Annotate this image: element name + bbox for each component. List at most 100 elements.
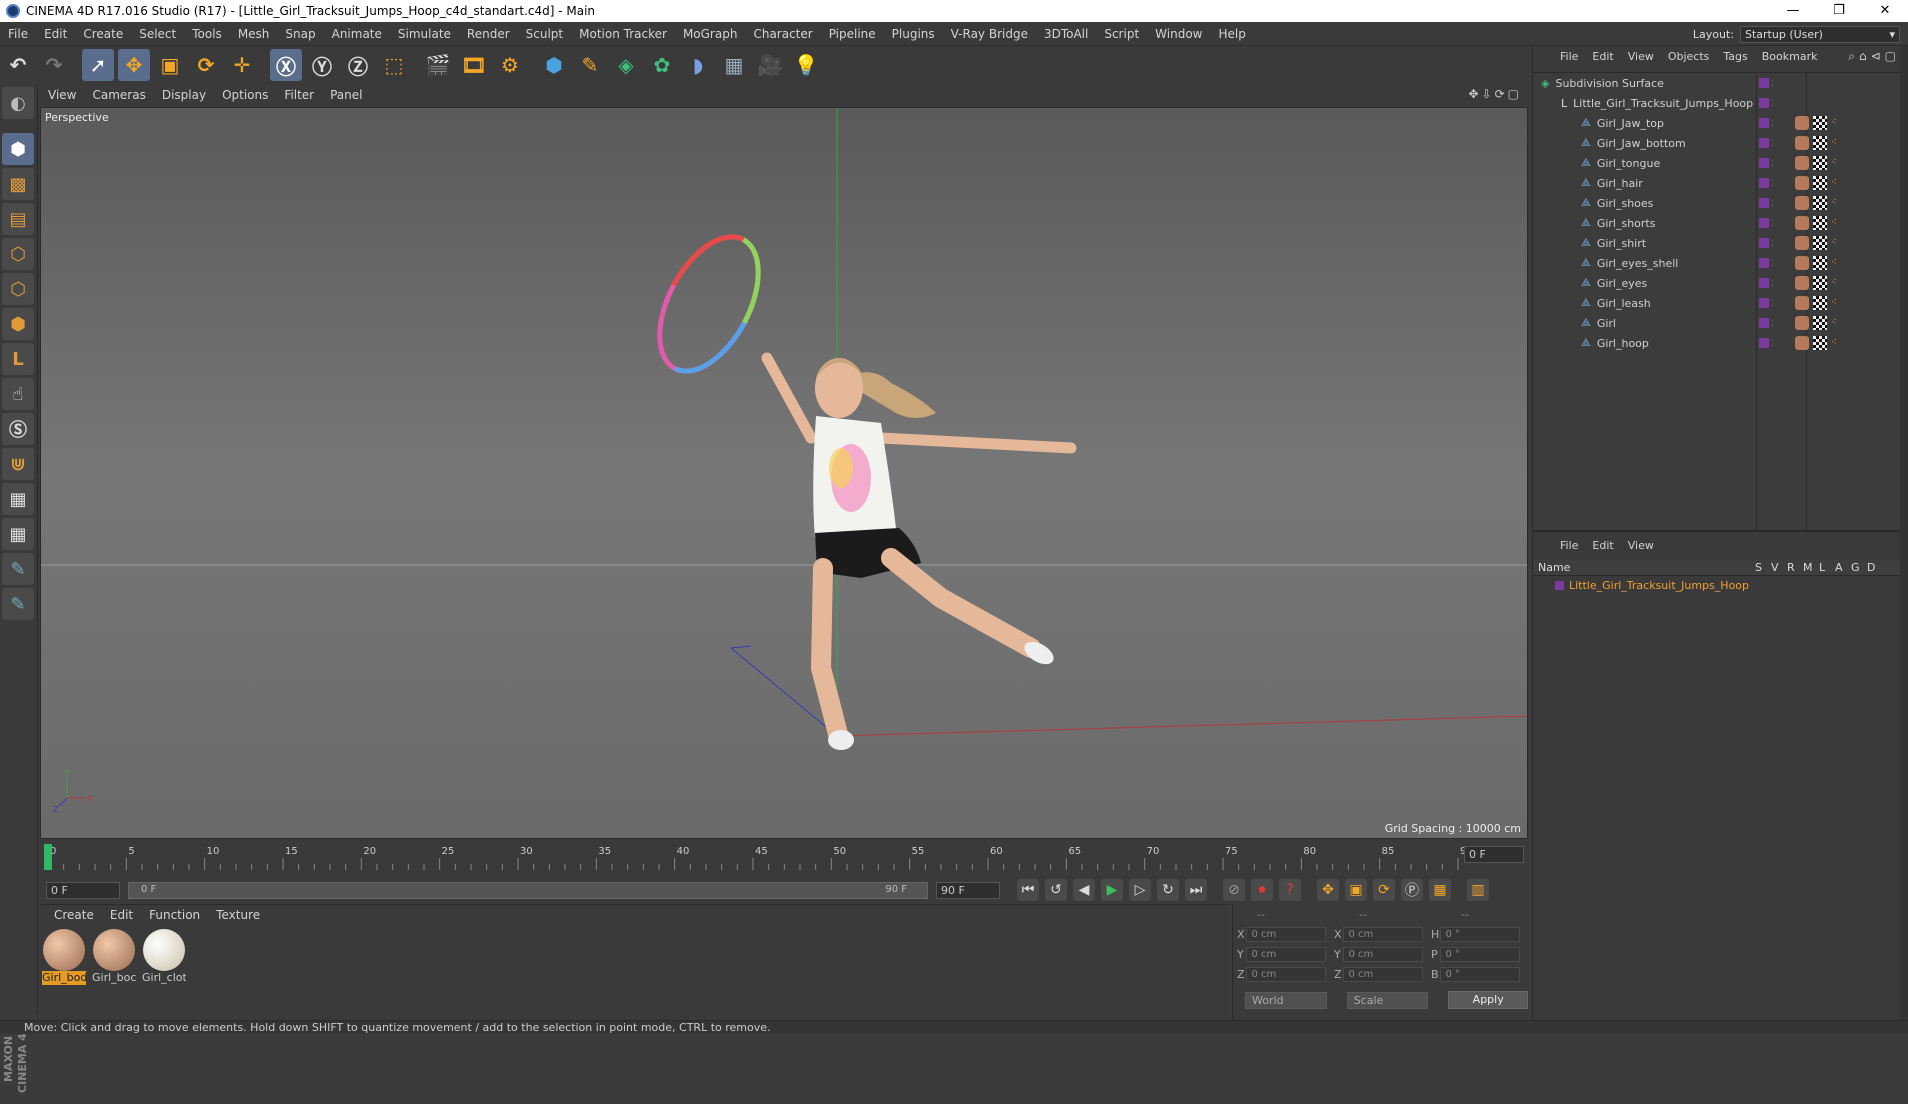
material-tag-icon[interactable] [1795, 136, 1809, 150]
layer-color-tag[interactable] [1759, 98, 1769, 108]
layer-color-tag[interactable] [1759, 198, 1769, 208]
object-row[interactable]: ⟁ Girl_shirt ⁚ ⁖ [1533, 233, 1908, 253]
visibility-dots[interactable]: ⁚ [1771, 299, 1774, 308]
visibility-dots[interactable]: ⁚ [1771, 259, 1774, 268]
z-axis-icon[interactable]: Ⓩ [342, 49, 374, 81]
size-mode-dropdown[interactable]: Scale [1346, 991, 1429, 1009]
object-row[interactable]: ⟁ Girl_Jaw_bottom ⁚ ⁖ [1533, 133, 1908, 153]
menu-animate[interactable]: Animate [324, 27, 390, 41]
selection-tag-icon[interactable]: ⁖ [1831, 277, 1843, 289]
visibility-dots[interactable]: ⁚ [1771, 99, 1774, 108]
redo-icon[interactable]: ↷ [38, 49, 70, 81]
perspective-viewport[interactable]: Perspective Y X Z Grid Spacing: 10000 c… [40, 107, 1528, 839]
menu-help[interactable]: Help [1210, 27, 1253, 41]
current-frame-field[interactable]: 0 F [1464, 846, 1524, 863]
texture-tag-icon[interactable] [1813, 156, 1827, 170]
object-row[interactable]: ⟁ Girl_hair ⁚ ⁖ [1533, 173, 1908, 193]
layer-color-tag[interactable] [1759, 258, 1769, 268]
edges-mode-icon[interactable]: ⬡ [2, 273, 34, 305]
menu-edit[interactable]: Edit [36, 27, 75, 41]
visibility-dots[interactable]: ⁚ [1771, 139, 1774, 148]
layer-color-tag[interactable] [1759, 118, 1769, 128]
visibility-dots[interactable]: ⁚ [1771, 319, 1774, 328]
coordinate-system-dropdown[interactable]: World [1245, 991, 1327, 1009]
menu-plugins[interactable]: Plugins [884, 27, 943, 41]
object-row[interactable]: ⟁ Girl_Jaw_top ⁚ ⁖ [1533, 113, 1908, 133]
select-icon[interactable]: ➚ [82, 49, 114, 81]
object-row[interactable]: ⟁ Girl_shorts ⁚ ⁖ [1533, 213, 1908, 233]
apply-button[interactable]: Apply [1448, 991, 1528, 1009]
object-menu-bookmark[interactable]: Bookmark [1755, 50, 1825, 63]
right-scrollbar[interactable] [1900, 46, 1908, 1020]
menu-character[interactable]: Character [745, 27, 820, 41]
selection-tag-icon[interactable]: ⁖ [1831, 297, 1843, 309]
move-icon[interactable]: ✥ [118, 49, 150, 81]
frame-range-slider[interactable]: 0 F 90 F [128, 881, 928, 899]
selection-tag-icon[interactable]: ⁖ [1831, 197, 1843, 209]
subdivision-icon[interactable]: ◈ [610, 49, 642, 81]
model-mode-icon[interactable]: ⬢ [2, 133, 34, 165]
go-to-start-icon[interactable]: ⏮ [1017, 879, 1039, 901]
floor-icon[interactable]: ▦ [718, 49, 750, 81]
visibility-dots[interactable]: ⁚ [1771, 279, 1774, 288]
polygons-mode-icon[interactable]: ⬢ [2, 308, 34, 340]
tweak-mode-icon[interactable]: ☝ [2, 378, 34, 410]
timeline-ruler[interactable]: 051015202530354045505560657075808590 0 F [40, 840, 1528, 876]
material-swatch[interactable]: Girl_boc [92, 929, 136, 985]
layer-color-tag[interactable] [1759, 78, 1769, 88]
layout-dropdown[interactable]: Startup (User) [1740, 25, 1900, 43]
visibility-dots[interactable]: ⁚ [1771, 79, 1774, 88]
go-to-end-icon[interactable]: ⏭ [1185, 879, 1207, 901]
render-picture-viewer-icon[interactable]: 🎞 [458, 49, 490, 81]
viewport-menu-options[interactable]: Options [214, 88, 276, 102]
layer-color-tag[interactable] [1759, 278, 1769, 288]
undo-icon[interactable]: ↶ [2, 49, 34, 81]
snap-icon[interactable]: Ⓢ [2, 413, 34, 445]
visibility-dots[interactable]: ⁚ [1771, 199, 1774, 208]
object-row[interactable]: ⟁ Girl_eyes ⁚ ⁖ [1533, 273, 1908, 293]
menu-mograph[interactable]: MoGraph [675, 27, 746, 41]
texture-tag-icon[interactable] [1813, 296, 1827, 310]
menu-tools[interactable]: Tools [184, 27, 230, 41]
points-mode-icon[interactable]: ⬡ [2, 238, 34, 270]
layer-color-tag[interactable] [1759, 218, 1769, 228]
visibility-dots[interactable]: ⁚ [1771, 159, 1774, 168]
menu-snap[interactable]: Snap [277, 27, 323, 41]
material-menu-edit[interactable]: Edit [102, 908, 141, 922]
material-swatch[interactable]: Girl_clot [142, 929, 186, 985]
camera-icon[interactable]: 🎥 [754, 49, 786, 81]
close-button[interactable]: ✕ [1862, 0, 1908, 22]
layer-menu-view[interactable]: View [1621, 539, 1661, 552]
object-menu-view[interactable]: View [1621, 50, 1661, 63]
object-row[interactable]: ⟁ Girl_leash ⁚ ⁖ [1533, 293, 1908, 313]
minimize-button[interactable]: — [1770, 0, 1816, 22]
viewport-menu-panel[interactable]: Panel [322, 88, 370, 102]
object-menu-objects[interactable]: Objects [1661, 50, 1717, 63]
position-y-field[interactable]: 0 cm [1246, 946, 1326, 962]
workplane-icon[interactable]: ▤ [2, 203, 34, 235]
material-swatch[interactable]: Girl_bod [42, 929, 86, 985]
texture-tag-icon[interactable] [1813, 216, 1827, 230]
object-row[interactable]: ⟁ Girl_tongue ⁚ ⁖ [1533, 153, 1908, 173]
rotation-b-field[interactable]: 0 ° [1440, 966, 1520, 982]
previous-key-icon[interactable]: ↺ [1045, 879, 1067, 901]
menu-simulate[interactable]: Simulate [390, 27, 459, 41]
key-pla-icon[interactable]: ▦ [1429, 879, 1451, 901]
render-settings-icon[interactable]: ⚙ [494, 49, 526, 81]
viewport-menu-display[interactable]: Display [154, 88, 214, 102]
menu-3dtoall[interactable]: 3DToAll [1036, 27, 1096, 41]
texture-tag-icon[interactable] [1813, 336, 1827, 350]
locked-workplane-icon[interactable]: ▦ [2, 518, 34, 550]
viewport-navigation-icons[interactable]: ✥⇩⟳▢ [1468, 87, 1522, 101]
layer-color-tag[interactable] [1759, 318, 1769, 328]
size-z-field[interactable]: 0 cm [1343, 966, 1423, 982]
viewport-menu-view[interactable]: View [40, 88, 84, 102]
rotation-h-field[interactable]: 0 ° [1440, 926, 1520, 942]
selection-tag-icon[interactable]: ⁖ [1831, 157, 1843, 169]
material-tag-icon[interactable] [1795, 336, 1809, 350]
texture-tag-icon[interactable] [1813, 116, 1827, 130]
world-coords-icon[interactable]: ⬚ [378, 49, 410, 81]
next-frame-icon[interactable]: ▷ [1129, 879, 1151, 901]
start-frame-field[interactable]: 0 F [46, 881, 120, 899]
layer-color-tag[interactable] [1759, 238, 1769, 248]
